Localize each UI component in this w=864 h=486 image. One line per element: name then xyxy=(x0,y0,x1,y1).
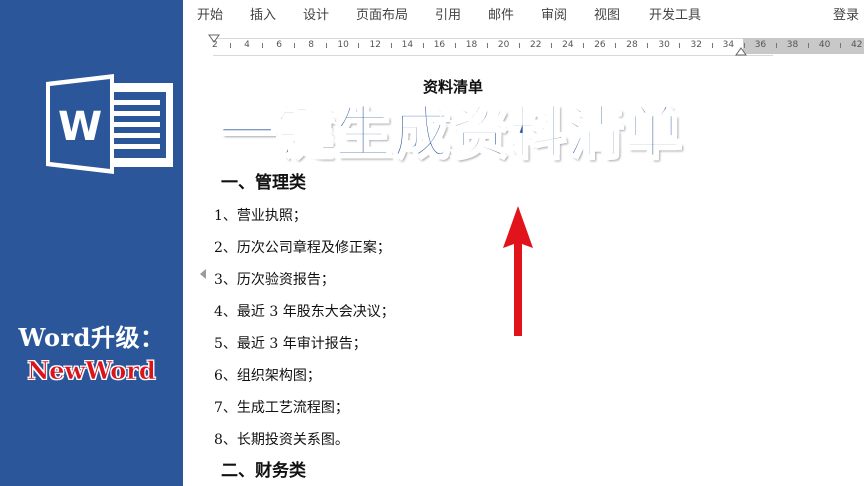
ruler-tick xyxy=(615,43,617,48)
ruler-number: 26 xyxy=(594,40,606,50)
list-item: 5、最近 3 年审计报告； xyxy=(214,336,367,352)
promo-title: Word升级： xyxy=(18,323,165,352)
list-item: 2、历次公司章程及修正案； xyxy=(214,240,391,256)
ruler-number: 32 xyxy=(690,40,702,50)
ruler-tick xyxy=(422,43,424,48)
ruler-number: 36 xyxy=(754,40,767,50)
tab-developer[interactable]: 开发工具 xyxy=(649,4,701,23)
ruler-tick xyxy=(454,43,456,48)
ruler-tick xyxy=(775,43,777,48)
tab-layout[interactable]: 页面布局 xyxy=(356,4,408,23)
tab-design[interactable]: 设计 xyxy=(303,4,329,23)
promo-subtitle: NewWord xyxy=(27,356,156,386)
tab-references[interactable]: 引用 xyxy=(435,4,461,23)
ruler-tick xyxy=(711,43,713,48)
ruler-tick xyxy=(294,43,296,48)
right-indent-marker-icon[interactable] xyxy=(735,46,747,56)
tab-insert[interactable]: 插入 xyxy=(250,4,276,23)
ruler-number: 8 xyxy=(308,40,315,50)
tab-home[interactable]: 开始 xyxy=(197,4,223,23)
sign-in-link[interactable]: 登录 xyxy=(833,4,859,23)
ruler-number: 24 xyxy=(562,40,574,50)
ruler-number: 6 xyxy=(276,40,282,50)
ribbon-tabs: 开始 插入 设计 页面布局 引用 邮件 审阅 视图 开发工具 登录 xyxy=(183,0,864,30)
tab-review[interactable]: 审阅 xyxy=(541,4,567,23)
ruler-number: 42 xyxy=(851,40,863,50)
horizontal-ruler[interactable]: 2 4 6 8 10 12 14 16 18 20 22 24 26 28 30 32 34 36 38 40 42 xyxy=(183,34,864,56)
ruler-number: 34 xyxy=(722,40,735,50)
document-page[interactable]: 资料清单 一键生成资料清单 一、管理类 1、营业执照； 2、历次公司章程及修正案… xyxy=(183,56,864,486)
ruler-number: 2 xyxy=(212,40,218,50)
ruler-tick xyxy=(743,43,745,48)
ruler-tick xyxy=(807,43,809,48)
list-item: 3、历次验资报告； xyxy=(214,272,335,288)
section-heading-2: 二、财务类 xyxy=(221,461,306,481)
ruler-number: 30 xyxy=(658,40,670,50)
list-item: 4、最近 3 年股东大会决议； xyxy=(214,304,395,320)
ruler-tick xyxy=(358,43,360,48)
ruler-number: 22 xyxy=(530,40,542,50)
ruler-number: 4 xyxy=(244,40,250,50)
ruler-number: 20 xyxy=(497,40,510,50)
list-item: 6、组织架构图； xyxy=(214,368,321,384)
ruler-tick xyxy=(647,43,649,48)
up-arrow-icon xyxy=(503,206,533,336)
ruler-tick xyxy=(518,43,520,48)
ruler-number: 18 xyxy=(465,40,478,50)
ruler-number: 16 xyxy=(433,40,446,50)
ruler-number: 40 xyxy=(818,40,831,50)
tab-view[interactable]: 视图 xyxy=(594,4,620,23)
list-item: 1、营业执照； xyxy=(214,208,307,224)
paragraph-collapse-icon[interactable] xyxy=(200,269,206,279)
ruler-tick xyxy=(486,43,488,48)
list-item: 7、生成工艺流程图； xyxy=(214,400,349,416)
ruler-number: 38 xyxy=(786,40,799,50)
ruler-number: 14 xyxy=(401,40,414,50)
ruler-tick xyxy=(326,43,328,48)
word-icon: W xyxy=(46,74,173,174)
logo-letter: W xyxy=(58,104,102,150)
banner-overlay-text: 一键生成资料清单 xyxy=(218,100,683,167)
ruler-tick xyxy=(679,43,681,48)
ruler-number: 10 xyxy=(337,40,349,50)
ruler-tick xyxy=(551,43,552,48)
ruler-tick xyxy=(230,43,231,48)
ruler-tick xyxy=(262,43,264,48)
ruler-tick xyxy=(583,43,585,48)
brand-panel: W Word升级： NewWord xyxy=(0,0,183,486)
ruler-number: 12 xyxy=(369,40,381,50)
ruler-tick xyxy=(390,43,392,48)
tab-mailings[interactable]: 邮件 xyxy=(488,4,514,23)
section-heading-1: 一、管理类 xyxy=(221,173,306,193)
list-item: 8、长期投资关系图。 xyxy=(214,432,349,448)
ruler-tick xyxy=(839,43,841,48)
ruler-active-area xyxy=(213,38,773,56)
ruler-number: 28 xyxy=(626,40,638,50)
